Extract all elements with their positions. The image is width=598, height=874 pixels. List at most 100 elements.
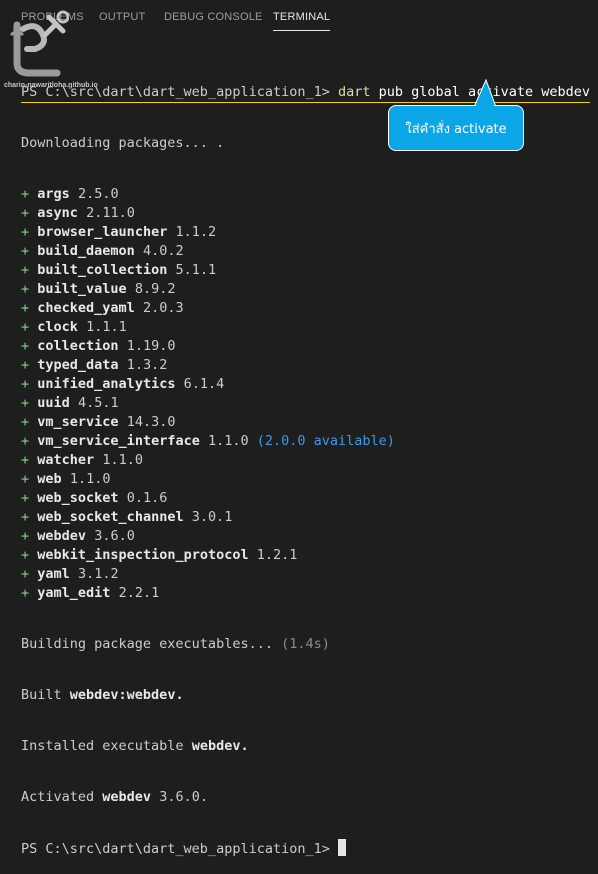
plus-sign: + (21, 490, 30, 506)
package-line: + clock 1.1.1 (21, 318, 590, 337)
final-prompt-line: PS C:\src\dart\dart_web_application_1> (21, 839, 590, 858)
panel-tab-bar: PROBLEMS OUTPUT DEBUG CONSOLE TERMINAL (0, 0, 598, 36)
plus-sign: + (21, 452, 30, 468)
package-list: + args 2.5.0 + async 2.11.0 + browser_laun… (21, 185, 590, 603)
package-name: watcher (37, 452, 95, 468)
activated-suffix: 3.6.0. (159, 789, 208, 805)
package-line: + web 1.1.0 (21, 470, 590, 489)
package-name: web (37, 471, 62, 487)
package-line: + yaml 3.1.2 (21, 565, 590, 584)
package-line: + checked_yaml 2.0.3 (21, 299, 590, 318)
package-version: 2.2.1 (118, 585, 160, 601)
package-name: web_socket_channel (37, 509, 184, 525)
plus-sign: + (21, 205, 30, 221)
package-available-note: (2.0.0 available) (256, 433, 395, 449)
package-line: + browser_launcher 1.1.2 (21, 223, 590, 242)
terminal-output[interactable]: PS C:\src\dart\dart_web_application_1> d… (21, 51, 590, 874)
package-name: webkit_inspection_protocol (37, 547, 249, 563)
package-line: + unified_analytics 6.1.4 (21, 375, 590, 394)
plus-sign: + (21, 300, 30, 316)
plus-sign: + (21, 528, 30, 544)
package-version: 2.11.0 (86, 205, 135, 221)
package-version: 3.1.2 (77, 566, 119, 582)
package-version: 1.2.1 (256, 547, 298, 563)
package-line: + async 2.11.0 (21, 204, 590, 223)
package-line: + build_daemon 4.0.2 (21, 242, 590, 261)
command-dart: dart (338, 84, 371, 100)
package-name: yaml (37, 566, 70, 582)
package-name: collection (37, 338, 119, 354)
package-name: built_collection (37, 262, 168, 278)
package-line: + vm_service_interface 1.1.0 (2.0.0 avai… (21, 432, 590, 451)
package-version: 2.0.3 (142, 300, 184, 316)
plus-sign: + (21, 471, 30, 487)
plus-sign: + (21, 243, 30, 259)
package-line: + yaml_edit 2.2.1 (21, 584, 590, 603)
package-version: 6.1.4 (183, 376, 225, 392)
built-line: Built webdev:webdev. (21, 686, 590, 705)
package-line: + built_value 8.9.2 (21, 280, 590, 299)
package-version: 3.6.0 (94, 528, 135, 544)
package-line: + web_socket_channel 3.0.1 (21, 508, 590, 527)
package-line: + uuid 4.5.1 (21, 394, 590, 413)
installed-target: webdev. (191, 738, 249, 754)
plus-sign: + (21, 509, 30, 525)
plus-sign: + (21, 376, 30, 392)
terminal-cursor (337, 839, 346, 856)
package-version: 8.9.2 (134, 281, 176, 297)
package-version: 4.0.2 (142, 243, 184, 259)
package-version: 1.19.0 (126, 338, 176, 354)
package-line: + vm_service 14.3.0 (21, 413, 590, 432)
package-name: build_daemon (37, 243, 135, 259)
package-version: 0.1.6 (126, 490, 168, 506)
plus-sign: + (21, 357, 30, 373)
activated-prefix: Activated (21, 789, 95, 805)
installed-line: Installed executable webdev. (21, 737, 590, 756)
package-version: 5.1.1 (175, 262, 217, 278)
package-version: 2.5.0 (77, 186, 119, 202)
activated-line: Activated webdev 3.6.0. (21, 788, 590, 807)
package-line: + webdev 3.6.0 (21, 527, 590, 546)
installed-prefix: Installed executable (21, 738, 184, 754)
building-time: (1.4s) (281, 636, 330, 652)
package-name: unified_analytics (37, 376, 176, 392)
package-name: vm_service_interface (37, 433, 200, 449)
plus-sign: + (21, 547, 30, 563)
plus-sign: + (21, 566, 30, 582)
building-text: Building package executables... (21, 636, 273, 652)
plus-sign: + (21, 395, 30, 411)
package-name: webdev (37, 528, 87, 544)
plus-sign: + (21, 338, 30, 354)
package-name: browser_launcher (37, 224, 168, 240)
package-name: built_value (37, 281, 127, 297)
final-prompt: PS C:\src\dart\dart_web_application_1> (21, 841, 330, 857)
package-name: args (37, 186, 70, 202)
package-line: + args 2.5.0 (21, 185, 590, 204)
package-name: web_socket (37, 490, 119, 506)
annotation-callout: ใส่คำสั่ง activate (388, 77, 524, 151)
package-name: clock (37, 319, 78, 335)
tab-terminal[interactable]: TERMINAL (273, 11, 331, 31)
package-version: 3.0.1 (191, 509, 233, 525)
plus-sign: + (21, 262, 30, 278)
package-version: 1.1.1 (86, 319, 127, 335)
tab-debug-console[interactable]: DEBUG CONSOLE (164, 11, 263, 31)
package-line: + collection 1.19.0 (21, 337, 590, 356)
activated-target: webdev (102, 789, 152, 805)
plus-sign: + (21, 186, 30, 202)
package-version: 1.1.0 (207, 433, 249, 449)
package-name: typed_data (37, 357, 119, 373)
package-version: 1.1.0 (102, 452, 143, 468)
tab-output[interactable]: OUTPUT (99, 11, 145, 31)
package-line: + web_socket 0.1.6 (21, 489, 590, 508)
plus-sign: + (21, 319, 30, 335)
package-name: yaml_edit (37, 585, 111, 601)
plus-sign: + (21, 433, 30, 449)
building-line: Building package executables... (1.4s) (21, 635, 590, 654)
plus-sign: + (21, 224, 30, 240)
built-target: webdev:webdev. (69, 687, 184, 703)
package-version: 1.1.0 (69, 471, 111, 487)
package-name: async (37, 205, 78, 221)
callout-pointer-joint (475, 82, 495, 108)
plus-sign: + (21, 414, 30, 430)
